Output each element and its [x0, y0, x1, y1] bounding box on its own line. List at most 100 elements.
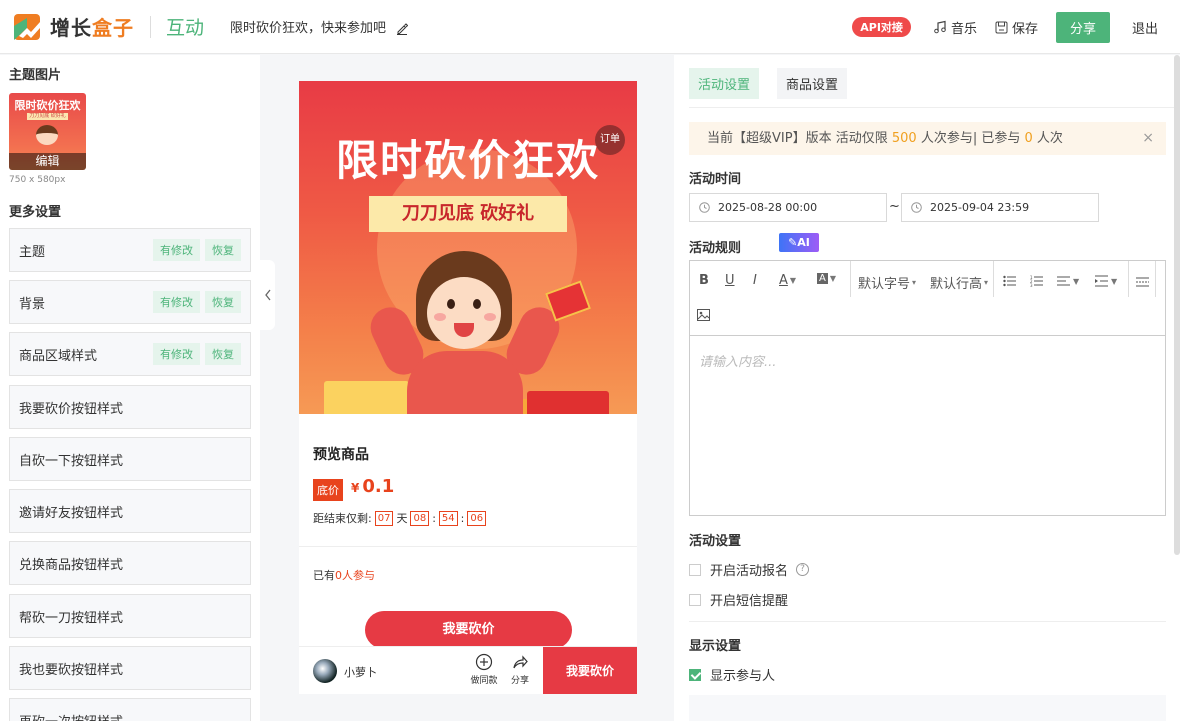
participant-count: 已有0人参与 — [313, 569, 375, 582]
setting-item-invite-button[interactable]: 邀请好友按钮样式 — [9, 489, 251, 533]
enable-sms-option[interactable]: 开启短信提醒 — [689, 590, 788, 609]
setting-item-label: 自砍一下按钮样式 — [19, 453, 124, 469]
underline-button[interactable]: U — [725, 273, 735, 288]
activity-title[interactable]: 限时砍价狂欢，快来参加吧 — [230, 17, 409, 36]
edit-icon[interactable] — [396, 22, 409, 35]
numbered-list-icon[interactable]: 123 — [1030, 275, 1044, 287]
editor-toolbar: B U I A ▼ A ▼ 默认字号 ▾ 默认行高 ▾ 123 ▼ ▼ — [690, 261, 1165, 336]
setting-item-background[interactable]: 背景 有修改 恢复 — [9, 280, 251, 324]
setting-item-label: 我也要砍按钮样式 — [19, 662, 124, 678]
plus-circle-icon — [475, 653, 493, 671]
share-button[interactable]: 分享 — [1055, 11, 1110, 43]
align-icon[interactable]: ▼ — [1057, 275, 1079, 287]
right-settings-panel: 活动设置 商品设置 当前【超级VIP】版本 活动仅限 500 人次参与| 已参与… — [674, 55, 1180, 721]
restore-button[interactable]: 恢复 — [205, 239, 241, 261]
modified-tag: 有修改 — [153, 239, 200, 261]
font-size-select[interactable]: 默认字号 ▾ — [858, 273, 916, 292]
setting-item-label: 帮砍一刀按钮样式 — [19, 610, 124, 626]
modified-tag: 有修改 — [153, 291, 200, 313]
editor-content-area[interactable]: 请输入内容... — [699, 351, 776, 370]
top-header: 增长盒子 互动 限时砍价狂欢，快来参加吧 API对接 音乐 保存 分享 退出 — [0, 0, 1180, 54]
restore-button[interactable]: 恢复 — [205, 343, 241, 365]
setting-item-bargain-button[interactable]: 我要砍价按钮样式 — [9, 385, 251, 429]
user-nickname: 小萝卜 — [344, 666, 377, 679]
bg-color-button[interactable]: A ▼ — [817, 273, 836, 284]
toolbar-divider — [850, 261, 851, 297]
logo[interactable]: 增长盒子 — [14, 12, 134, 41]
end-time-input[interactable]: 2025-09-04 23:59 — [901, 193, 1099, 222]
start-time-input[interactable]: 2025-08-28 00:00 — [689, 193, 887, 222]
thumb-edit-button[interactable]: 编辑 — [9, 153, 86, 170]
enable-signup-option[interactable]: 开启活动报名 ? — [689, 560, 810, 579]
clock-icon — [699, 202, 710, 213]
show-participants-option[interactable]: 显示参与人 — [689, 665, 775, 684]
toolbar-divider — [993, 261, 994, 297]
countdown-hours: 08 — [410, 510, 430, 526]
bargain-button[interactable]: 我要砍价 — [365, 611, 572, 649]
section-divider — [689, 621, 1166, 622]
gift-box-red — [527, 391, 609, 414]
signup-checkbox[interactable] — [689, 563, 701, 576]
horizontal-rule-icon[interactable] — [1136, 277, 1150, 287]
girl-body — [407, 351, 523, 414]
logo-text: 增长盒子 — [50, 16, 134, 40]
restore-button[interactable]: 恢复 — [205, 291, 241, 313]
countdown-minutes: 54 — [438, 510, 458, 526]
countdown: 距结束仅剩: 07 天 08 : 54 : 06 — [313, 510, 489, 526]
activity-settings-label: 活动设置 — [689, 534, 742, 549]
setting-item-theme[interactable]: 主题 有修改 恢复 — [9, 228, 251, 272]
activity-rules-label: 活动规则 — [689, 241, 742, 256]
save-button[interactable]: 保存 — [995, 18, 1038, 37]
theme-image-thumbnail[interactable]: 限时砍价狂欢 刀刀见底 砍好礼 编辑 — [9, 93, 86, 170]
product-price: ¥0.1 — [351, 476, 395, 497]
setting-item-label: 邀请好友按钮样式 — [19, 505, 124, 521]
low-price-tag: 底价 — [313, 479, 343, 501]
line-height-select[interactable]: 默认行高 ▾ — [930, 273, 988, 292]
order-badge[interactable]: 订单 — [595, 125, 625, 155]
setting-item-me-too-button[interactable]: 我也要砍按钮样式 — [9, 646, 251, 690]
bullet-list-icon[interactable] — [1003, 275, 1017, 287]
share-arrow-icon — [513, 655, 528, 669]
activity-time-label: 活动时间 — [689, 172, 742, 187]
product-name: 预览商品 — [313, 447, 369, 463]
api-badge[interactable]: API对接 — [852, 17, 911, 37]
bold-button[interactable]: B — [699, 273, 709, 288]
thumb-title: 限时砍价狂欢 — [14, 99, 81, 112]
save-icon — [995, 21, 1008, 33]
more-settings-title: 更多设置 — [9, 205, 62, 220]
left-settings-panel: 主题图片 限时砍价狂欢 刀刀见底 砍好礼 编辑 750 x 580px 更多设置… — [0, 55, 260, 721]
sms-checkbox[interactable] — [689, 593, 701, 606]
setting-item-help-bargain-button[interactable]: 帮砍一刀按钮样式 — [9, 594, 251, 638]
setting-item-product-area[interactable]: 商品区域样式 有修改 恢复 — [9, 332, 251, 376]
setting-item-label: 主题 — [19, 244, 46, 260]
setting-item-self-bargain-button[interactable]: 自砍一下按钮样式 — [9, 437, 251, 481]
exit-button[interactable]: 退出 — [1132, 18, 1158, 37]
header-divider — [150, 15, 151, 38]
bottom-bargain-button[interactable]: 我要砍价 — [543, 647, 637, 694]
setting-item-label: 背景 — [19, 296, 46, 312]
setting-item-label: 再砍一次按钮样式 — [19, 711, 123, 721]
indent-icon[interactable]: ▼ — [1095, 275, 1117, 287]
girl-cheek — [484, 313, 496, 321]
theme-image-title: 主题图片 — [9, 68, 62, 83]
help-icon[interactable]: ? — [796, 563, 810, 576]
collapse-panel-button[interactable] — [260, 260, 275, 330]
setting-item-redeem-button[interactable]: 兑换商品按钮样式 — [9, 541, 251, 585]
chevron-left-icon — [264, 289, 271, 301]
show-participants-checkbox[interactable] — [689, 668, 701, 681]
same-style-button[interactable]: 做同款 — [467, 653, 501, 686]
music-button[interactable]: 音乐 — [933, 18, 977, 37]
italic-button[interactable]: I — [753, 273, 757, 288]
close-icon[interactable]: × — [1142, 122, 1154, 155]
avatar — [313, 659, 337, 683]
share-preview-button[interactable]: 分享 — [503, 653, 537, 686]
font-color-button[interactable]: A ▼ — [779, 273, 796, 288]
scrollbar[interactable] — [1174, 55, 1180, 555]
toolbar-divider — [1128, 261, 1129, 297]
tab-activity-settings[interactable]: 活动设置 — [689, 68, 760, 99]
ai-assist-button[interactable]: ✎AI — [779, 233, 819, 252]
setting-item-bargain-again-button[interactable]: 再砍一次按钮样式 — [9, 698, 251, 721]
tab-product-settings[interactable]: 商品设置 — [777, 68, 848, 99]
image-icon[interactable] — [697, 309, 710, 321]
setting-item-label: 兑换商品按钮样式 — [19, 557, 124, 573]
